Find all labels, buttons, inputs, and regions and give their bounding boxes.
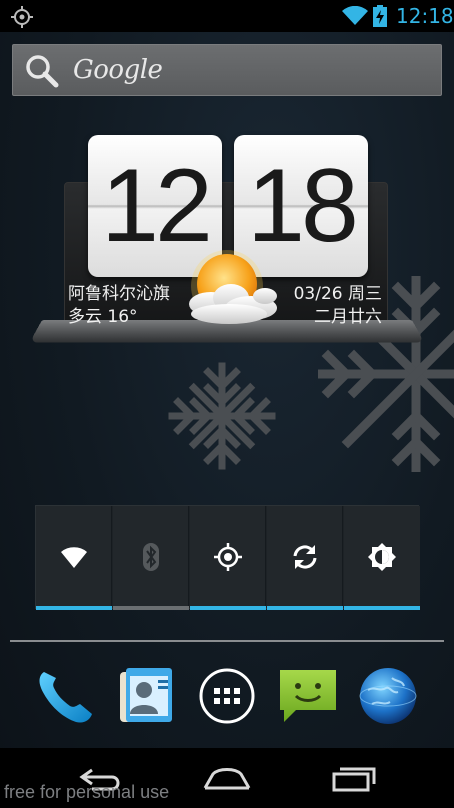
bluetooth-toggle[interactable] (113, 506, 189, 610)
status-time: 12:18 (396, 4, 454, 28)
clock-date: 03/26 周三 (293, 284, 382, 304)
brightness-icon (368, 543, 396, 571)
partly-cloudy-icon (189, 250, 277, 324)
snowflake-wallpaper-icon (168, 362, 276, 470)
google-search-bar[interactable]: Google (12, 44, 442, 96)
sync-icon (293, 545, 317, 569)
bluetooth-indicator (113, 606, 189, 610)
sync-indicator (267, 606, 343, 610)
search-label: Google (73, 55, 163, 85)
power-control-widget (35, 505, 420, 610)
wifi-indicator (36, 606, 112, 610)
brightness-indicator (344, 606, 420, 610)
watermark-text: free for personal use (4, 782, 170, 802)
app-drawer-icon[interactable] (197, 666, 257, 726)
search-icon (26, 55, 59, 88)
gps-toggle[interactable] (190, 506, 266, 610)
recent-apps-icon[interactable] (330, 764, 378, 792)
weather-city: 阿鲁科尔沁旗 (68, 284, 170, 304)
home-icon[interactable] (203, 764, 251, 792)
sync-toggle[interactable] (267, 506, 343, 610)
status-bar: 12:18 (0, 0, 454, 32)
weather-condition: 多云 16° (68, 307, 138, 327)
gps-indicator (190, 606, 266, 610)
gps-icon (214, 543, 242, 571)
browser-icon[interactable] (358, 666, 418, 726)
wifi-toggle[interactable] (36, 506, 112, 610)
contacts-icon[interactable] (116, 666, 176, 726)
wifi-icon (61, 547, 87, 568)
phone-icon[interactable] (34, 666, 94, 726)
wifi-icon (342, 6, 368, 25)
brightness-toggle[interactable] (344, 506, 420, 610)
battery-charging-icon (373, 5, 387, 27)
clock-weather-widget[interactable]: 12 18 阿鲁科尔沁旗 多云 16° 03/26 周三 二月廿六 (29, 130, 425, 346)
bluetooth-icon (143, 543, 159, 571)
dock-divider (10, 640, 444, 642)
lunar-date: 二月廿六 (314, 307, 382, 327)
messaging-icon[interactable] (278, 666, 338, 726)
gps-icon (11, 6, 33, 28)
